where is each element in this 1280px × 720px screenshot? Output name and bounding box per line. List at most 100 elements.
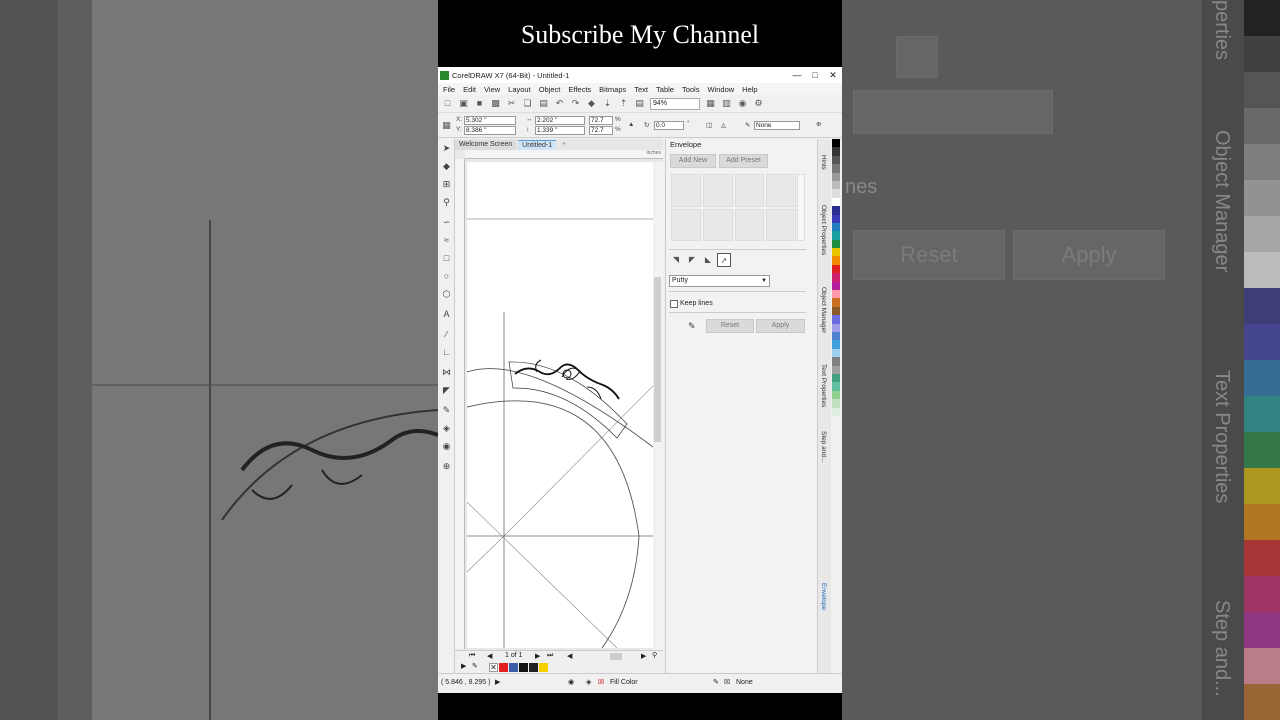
add-preset-button[interactable]: Add Preset: [719, 154, 768, 168]
menu-tools[interactable]: Tools: [682, 85, 700, 94]
artistic-media-icon[interactable]: ≈: [441, 235, 452, 246]
doc-swatch-blue[interactable]: [509, 663, 518, 672]
height-field[interactable]: 1.339 ": [535, 126, 585, 135]
y-position-field[interactable]: 8.386 ": [464, 126, 516, 135]
palette-swatch[interactable]: [832, 189, 840, 198]
scrollbar-thumb[interactable]: [654, 277, 661, 442]
mapping-mode-select[interactable]: Putty ▼: [669, 275, 770, 287]
object-origin-icon[interactable]: ▦: [441, 120, 452, 131]
paste-icon[interactable]: ▤: [538, 98, 549, 109]
palette-swatch[interactable]: [832, 340, 840, 349]
interactive-fill-icon[interactable]: ◈: [441, 423, 452, 434]
publish-pdf-icon[interactable]: ▤: [634, 98, 645, 109]
new-document-icon[interactable]: □: [442, 98, 453, 109]
search-content-icon[interactable]: ◆: [586, 98, 597, 109]
palette-swatch[interactable]: [832, 197, 840, 207]
tab-text-properties[interactable]: Text Properties: [820, 364, 827, 407]
palette-swatch[interactable]: [832, 281, 840, 291]
doc-swatch-black-1[interactable]: [519, 663, 528, 672]
polygon-tool-icon[interactable]: ⬡: [441, 289, 452, 300]
palette-swatch[interactable]: [832, 298, 840, 307]
preset-slot[interactable]: [702, 208, 733, 241]
preset-slot[interactable]: [766, 208, 796, 241]
ellipse-tool-icon[interactable]: ○: [441, 271, 452, 282]
transparency-tool-icon[interactable]: ◤: [441, 385, 452, 396]
vertical-scrollbar[interactable]: [653, 162, 663, 650]
lock-ratio-icon[interactable]: ▲: [628, 121, 634, 128]
palette-swatch[interactable]: [832, 206, 840, 215]
preset-slot[interactable]: [671, 208, 701, 241]
tab-untitled-1[interactable]: Untitled-1: [518, 140, 557, 150]
menu-effects[interactable]: Effects: [568, 85, 591, 94]
menu-object[interactable]: Object: [539, 85, 561, 94]
last-page-icon[interactable]: ⏭: [547, 652, 553, 660]
save-icon[interactable]: ■: [474, 98, 485, 109]
menu-edit[interactable]: Edit: [463, 85, 476, 94]
palette-eyedropper-icon[interactable]: ✎: [472, 662, 478, 670]
keep-lines-checkbox[interactable]: [670, 300, 678, 308]
palette-swatch[interactable]: [832, 239, 840, 249]
preset-slot[interactable]: [702, 174, 733, 207]
palette-swatch[interactable]: [832, 407, 840, 416]
palette-arrow-icon[interactable]: ▶: [461, 662, 466, 670]
preset-slot[interactable]: [734, 208, 765, 241]
palette-swatch[interactable]: [832, 373, 840, 383]
first-page-icon[interactable]: ⏮: [469, 652, 475, 660]
apply-button[interactable]: Apply: [756, 319, 805, 333]
width-field[interactable]: 2.202 ": [535, 116, 585, 125]
unconstrained-mode-icon[interactable]: ➚: [717, 253, 731, 267]
add-tool-icon[interactable]: ⊕: [441, 461, 452, 472]
palette-swatch[interactable]: [832, 164, 840, 173]
presets-scrollbar[interactable]: [797, 174, 805, 241]
tab-object-manager[interactable]: Object Manager: [820, 287, 827, 333]
color-palette[interactable]: [831, 139, 842, 673]
palette-swatch[interactable]: [832, 231, 840, 240]
menu-table[interactable]: Table: [656, 85, 674, 94]
add-icon[interactable]: ⊕: [816, 120, 821, 128]
palette-swatch[interactable]: [832, 273, 840, 282]
preset-slot[interactable]: [671, 174, 701, 207]
palette-swatch[interactable]: [832, 399, 840, 408]
add-new-button[interactable]: Add New: [670, 154, 716, 168]
options-icon[interactable]: ⚙: [753, 98, 764, 109]
preset-slot[interactable]: [766, 174, 796, 207]
crop-tool-icon[interactable]: ⊞: [441, 179, 452, 190]
single-arc-mode-icon[interactable]: ◤: [685, 253, 699, 267]
reset-button[interactable]: Reset: [706, 319, 754, 333]
tab-hints[interactable]: Hints: [820, 155, 827, 170]
cut-icon[interactable]: ✂: [506, 98, 517, 109]
zoom-level-select[interactable]: 94%: [650, 97, 700, 110]
eyedropper-tool-icon[interactable]: ✎: [441, 405, 452, 416]
h-scroll-right-icon[interactable]: ▶: [641, 652, 646, 660]
palette-swatch[interactable]: [832, 365, 840, 374]
mirror-vertical-icon[interactable]: ◬: [721, 121, 726, 129]
palette-swatch[interactable]: [832, 348, 840, 358]
status-arrow-icon[interactable]: ▶: [495, 678, 500, 686]
palette-swatch[interactable]: [832, 315, 840, 324]
import-icon[interactable]: ⇣: [602, 98, 613, 109]
palette-swatch[interactable]: [832, 264, 840, 274]
palette-swatch[interactable]: [832, 331, 840, 341]
palette-swatch[interactable]: [832, 390, 840, 400]
menu-text[interactable]: Text: [634, 85, 648, 94]
scale-width-field[interactable]: 72.7: [589, 116, 613, 125]
doc-swatch-red[interactable]: [499, 663, 508, 672]
palette-swatch[interactable]: [832, 306, 840, 316]
copy-icon[interactable]: ❏: [522, 98, 533, 109]
palette-swatch[interactable]: [832, 147, 840, 156]
zoom-tool-icon[interactable]: ⚲: [441, 197, 452, 208]
tab-object-properties[interactable]: Object Properties: [820, 205, 827, 255]
menu-layout[interactable]: Layout: [508, 85, 531, 94]
minimize-button[interactable]: —: [788, 70, 806, 80]
palette-swatch[interactable]: [832, 155, 840, 165]
menu-view[interactable]: View: [484, 85, 500, 94]
palette-swatch[interactable]: [832, 214, 840, 223]
palette-swatch[interactable]: [832, 172, 840, 181]
palette-swatch[interactable]: [832, 222, 840, 232]
next-page-icon[interactable]: ▶: [535, 652, 540, 660]
print-icon[interactable]: ▩: [490, 98, 501, 109]
tab-step-and-repeat[interactable]: Step and...: [820, 431, 827, 462]
double-arc-mode-icon[interactable]: ◣: [701, 253, 715, 267]
smart-fill-icon[interactable]: ◉: [441, 441, 452, 452]
h-scroll-left-icon[interactable]: ◀: [567, 652, 572, 660]
